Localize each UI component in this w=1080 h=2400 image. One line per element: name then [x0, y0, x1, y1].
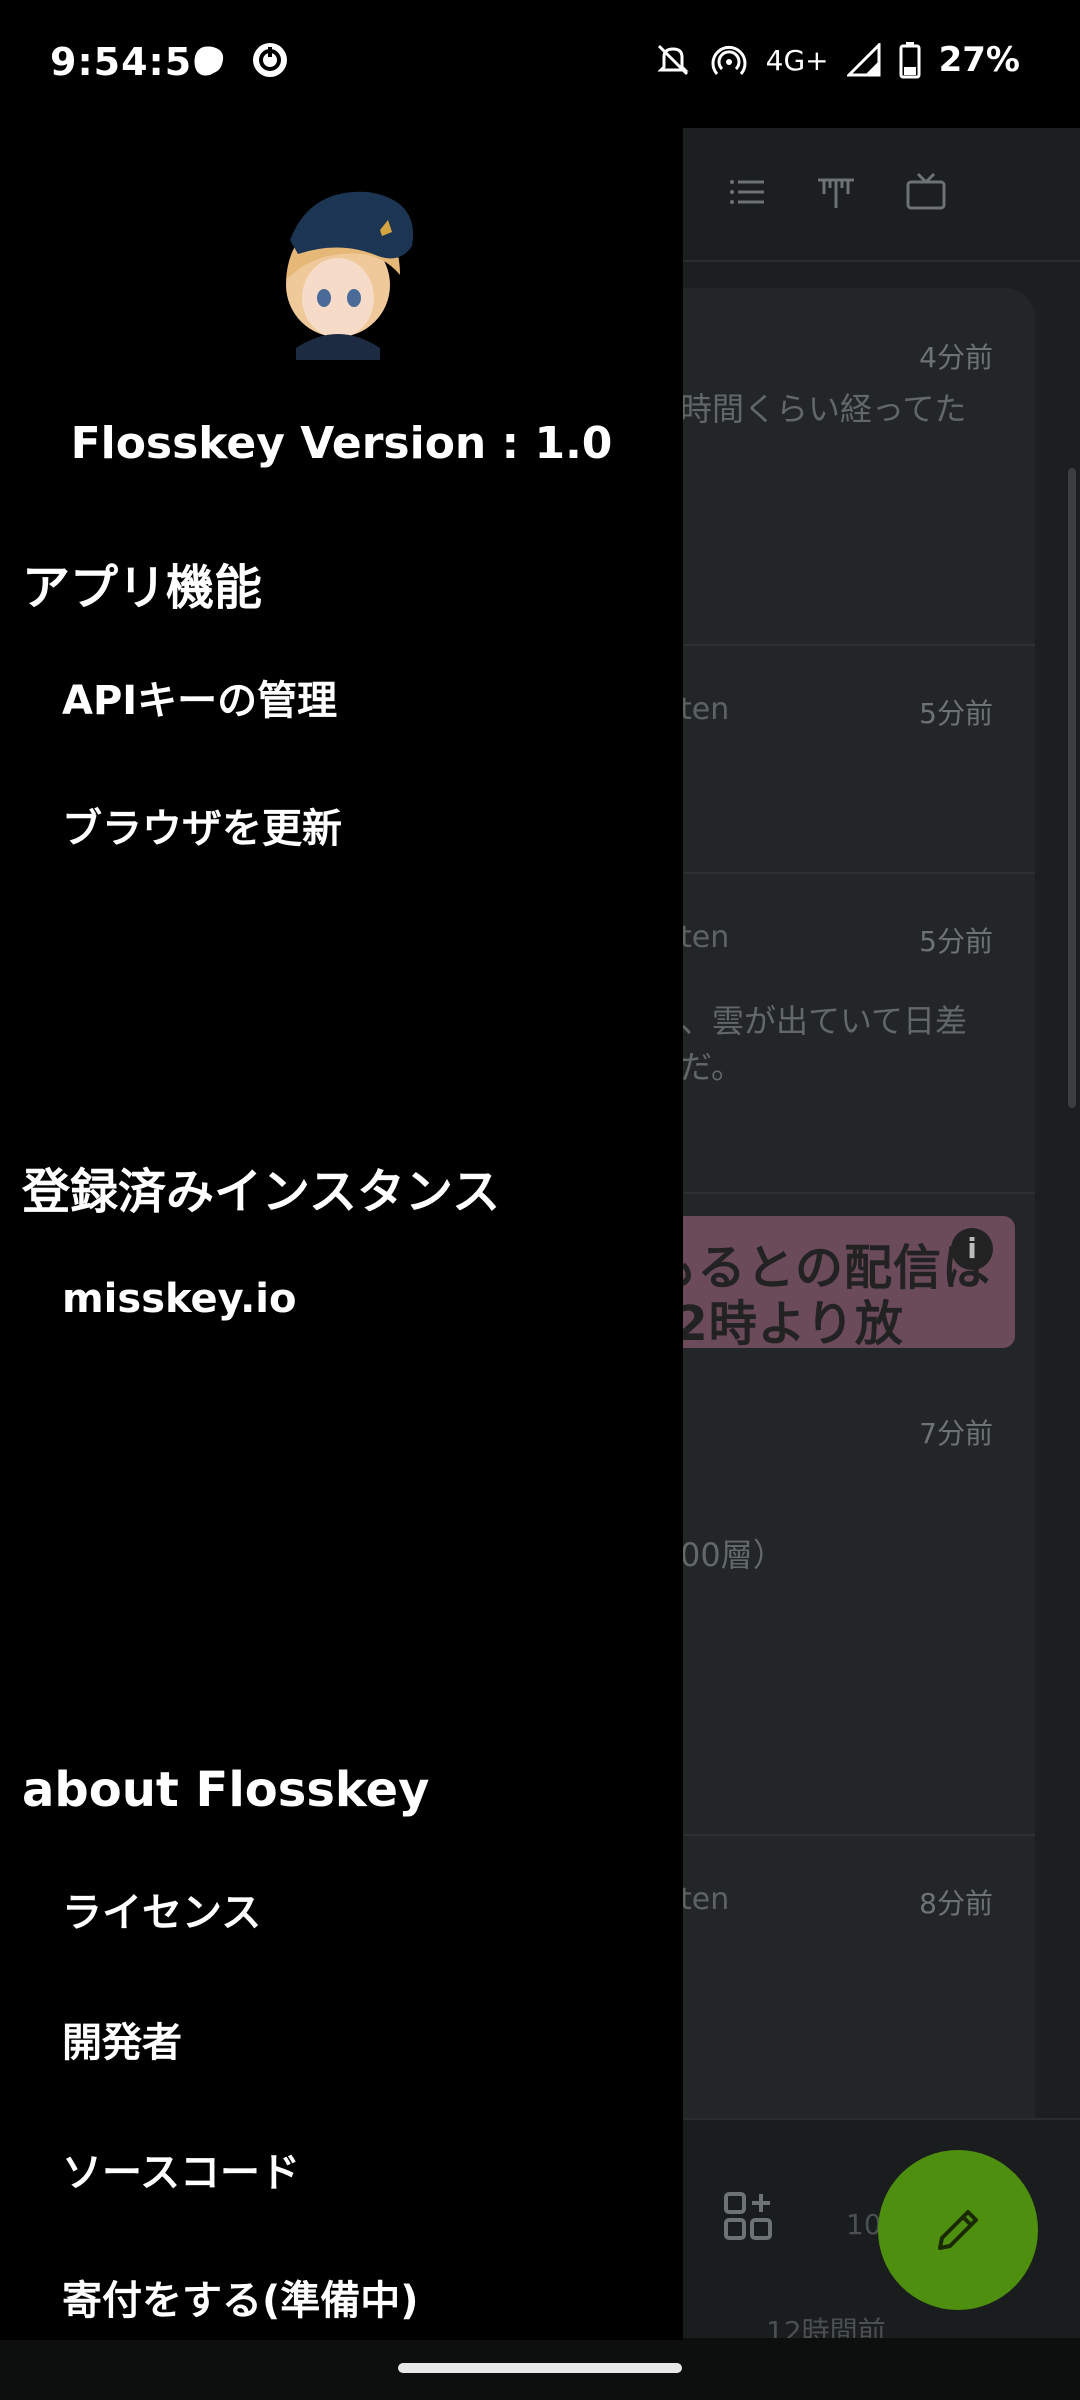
note-time: 4分前 [919, 341, 993, 374]
banner-line-2: 22時より放送！ [640, 1296, 904, 1348]
note-text: 、雲が出ていて日差 だ。 [680, 1002, 968, 1086]
note-author: ten [680, 692, 730, 727]
info-icon[interactable]: i [951, 1228, 993, 1270]
status-left-icons [190, 40, 290, 80]
menu-item-donate[interactable]: 寄付をする(準備中) [62, 2268, 419, 2326]
signal-icon [846, 43, 881, 77]
hotspot-icon [711, 45, 747, 75]
compose-button[interactable] [878, 2150, 1038, 2310]
status-bar: 9:54:56 4G+ 27% [0, 0, 1080, 128]
mute-bell-icon [657, 44, 689, 76]
bottom-time: 12時間前 [766, 2315, 886, 2338]
notification-app-icon [196, 46, 224, 74]
list-icon[interactable] [724, 168, 772, 216]
menu-item-license[interactable]: ライセンス [62, 1880, 261, 1938]
status-right: 4G+ 27% [654, 40, 1020, 80]
note-text: 00層） [680, 1536, 785, 1574]
note-item[interactable]: 7分前 00層） [640, 1364, 1035, 1836]
menu-item-developer[interactable]: 開発者 [62, 2010, 182, 2068]
note-text: 時間くらい経ってた [680, 390, 967, 428]
menu-item-refresh-browser[interactable]: ブラウザを更新 [62, 796, 342, 854]
stream-banner[interactable]: もるとの配信は 22時より放送！ i [640, 1216, 1015, 1348]
note-author: ten [680, 1882, 730, 1917]
widgets-add-icon[interactable] [722, 2190, 774, 2242]
note-item[interactable]: ten 5分前 [640, 644, 1035, 874]
menu-item-instance-misskey[interactable]: misskey.io [62, 1276, 296, 1322]
sync-icon [253, 43, 287, 77]
tv-icon[interactable] [902, 168, 950, 216]
battery-level: 27% [938, 40, 1020, 80]
app-version: Flosskey Version : 1.0 [70, 418, 613, 469]
bottom-count: 10 [846, 2208, 882, 2241]
note-time: 8分前 [919, 1887, 993, 1920]
home-indicator[interactable] [398, 2363, 682, 2373]
antenna-icon[interactable] [812, 168, 860, 216]
note-author: ten [680, 920, 730, 955]
scrollbar[interactable] [1068, 468, 1076, 1108]
section-title-instances: 登録済みインスタンス [22, 1164, 501, 1220]
section-title-about: about Flosskey [22, 1762, 430, 1818]
note-item[interactable]: ten 8分前 [640, 1834, 1035, 2118]
menu-item-source-code[interactable]: ソースコード [62, 2140, 300, 2198]
navigation-drawer: Flosskey Version : 1.0 アプリ機能 APIキーの管理 ブラ… [0, 0, 683, 2340]
battery-icon [899, 42, 921, 79]
note-time: 5分前 [919, 925, 993, 958]
section-title-app-features: アプリ機能 [22, 560, 263, 616]
note-time: 7分前 [919, 1417, 993, 1450]
menu-item-api-key[interactable]: APIキーの管理 [62, 668, 337, 726]
note-time: 5分前 [919, 697, 993, 730]
note-item[interactable]: 4分前 時間くらい経ってた [640, 288, 1035, 646]
note-item[interactable]: ten 5分前 、雲が出ていて日差 だ。 [640, 872, 1035, 1194]
pencil-icon [938, 2210, 978, 2250]
network-type: 4G+ [765, 43, 829, 77]
app-avatar [286, 191, 414, 360]
